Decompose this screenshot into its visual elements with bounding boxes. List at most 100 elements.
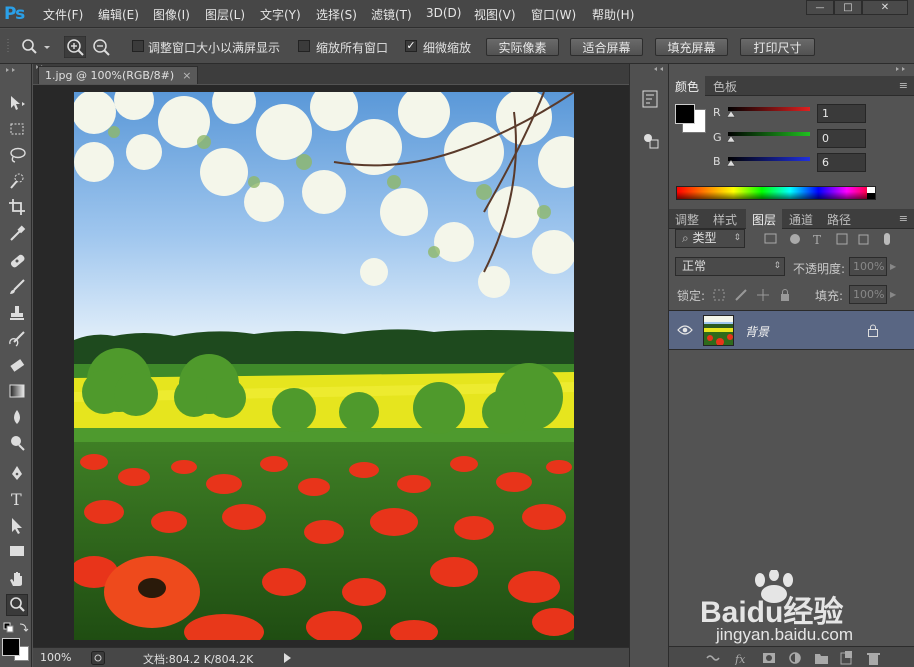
scrubby-zoom-checkbox[interactable]: ✓ <box>405 40 417 52</box>
lock-image-pixels-icon[interactable] <box>735 289 747 301</box>
lasso-tool[interactable] <box>6 144 28 166</box>
channel-b-value[interactable]: 6 <box>817 153 866 172</box>
panel-menu-icon[interactable]: ≡ <box>899 79 908 92</box>
layers-menu-icon[interactable]: ≡ <box>899 212 908 225</box>
strip-collapse-icon[interactable] <box>652 66 666 72</box>
tab-layers[interactable]: 图层 <box>746 209 783 229</box>
healing-brush-tool[interactable] <box>6 250 28 272</box>
brush-tool[interactable] <box>6 276 28 298</box>
minimize-button[interactable]: — <box>806 0 834 15</box>
slider-thumbs-icon[interactable] <box>726 109 736 174</box>
rectangle-tool[interactable] <box>6 540 28 562</box>
tab-paths[interactable]: 路径 <box>821 209 857 229</box>
opacity-input[interactable]: 100% <box>849 257 887 276</box>
layer-filter-icons[interactable]: T <box>763 232 893 246</box>
visibility-eye-icon[interactable] <box>677 324 693 336</box>
hand-tool[interactable] <box>6 568 28 590</box>
tab-color[interactable]: 颜色 <box>669 76 706 96</box>
properties-panel-icon[interactable] <box>640 130 660 150</box>
opacity-arrow-icon[interactable]: ▶ <box>890 262 896 271</box>
menu-layer[interactable]: 图层(L) <box>205 6 245 23</box>
fill-input[interactable]: 100% <box>849 285 887 304</box>
type-tool[interactable]: T <box>6 488 28 510</box>
pen-tool[interactable] <box>6 462 28 484</box>
layer-name[interactable]: 背景 <box>745 323 769 340</box>
menu-file[interactable]: 文件(F) <box>43 6 83 23</box>
layer-thumbnail-image <box>704 316 733 345</box>
channel-r-value[interactable]: 1 <box>817 104 866 123</box>
color-foreground-swatch[interactable] <box>675 104 695 124</box>
history-panel-icon[interactable] <box>640 89 660 109</box>
lock-transparent-pixels-icon[interactable] <box>713 289 725 301</box>
menu-window[interactable]: 窗口(W) <box>531 6 576 23</box>
dodge-tool[interactable] <box>6 432 28 454</box>
close-window-button[interactable]: ✕ <box>862 0 908 15</box>
lock-all-icon[interactable] <box>779 289 791 301</box>
clone-stamp-tool[interactable] <box>6 302 28 324</box>
move-tool[interactable] <box>6 92 28 114</box>
color-spectrum-bar[interactable] <box>676 186 876 200</box>
zoom-out-icon[interactable] <box>90 36 112 58</box>
history-brush-tool[interactable] <box>6 328 28 350</box>
quick-selection-tool[interactable] <box>6 170 28 192</box>
channel-g-slider[interactable] <box>728 132 810 136</box>
actual-pixels-button[interactable]: 实际像素 <box>486 38 559 56</box>
color-panel-tabs: 颜色 色板 ≡ <box>669 76 914 96</box>
eyedropper-tool[interactable] <box>6 222 28 244</box>
menu-view[interactable]: 视图(V) <box>474 6 516 23</box>
zoom-tool-preset-icon[interactable] <box>20 38 50 56</box>
zoom-level[interactable]: 100% <box>40 651 71 664</box>
lock-position-icon[interactable] <box>757 289 769 301</box>
resize-windows-checkbox[interactable] <box>132 40 144 52</box>
status-menu-icon[interactable] <box>91 651 105 665</box>
layers-footer-icons[interactable]: fx <box>705 651 905 665</box>
default-colors-icon[interactable] <box>2 621 30 635</box>
menu-image[interactable]: 图像(I) <box>153 6 190 23</box>
menu-select[interactable]: 选择(S) <box>316 6 357 23</box>
foreground-color-swatch[interactable] <box>2 638 20 656</box>
tab-styles[interactable]: 样式 <box>707 209 743 229</box>
eraser-tool[interactable] <box>6 354 28 376</box>
panel-collapse-icon[interactable] <box>3 67 29 73</box>
maximize-button[interactable]: □ <box>834 0 862 15</box>
menu-3d[interactable]: 3D(D) <box>426 6 461 20</box>
fill-screen-button[interactable]: 填充屏幕 <box>655 38 728 56</box>
menu-type[interactable]: 文字(Y) <box>260 6 301 23</box>
status-arrow-icon[interactable] <box>283 652 293 664</box>
fit-screen-button[interactable]: 适合屏幕 <box>570 38 643 56</box>
marquee-tool[interactable] <box>6 118 28 140</box>
menu-help[interactable]: 帮助(H) <box>592 6 634 23</box>
panels-collapse-icon[interactable] <box>894 66 908 72</box>
path-selection-tool[interactable] <box>6 514 28 536</box>
channel-b-slider[interactable] <box>728 157 810 161</box>
blur-tool[interactable] <box>6 406 28 428</box>
layer-filter-dropdown[interactable]: ⌕ 类型 ⇕ <box>675 229 745 248</box>
blend-mode-dropdown[interactable]: 正常 ⇕ <box>675 257 785 276</box>
channel-g-value[interactable]: 0 <box>817 129 866 148</box>
quick-selection-icon <box>10 173 24 189</box>
tab-swatches[interactable]: 色板 <box>707 76 743 96</box>
tab-adjustments[interactable]: 调整 <box>669 209 705 229</box>
print-size-button[interactable]: 打印尺寸 <box>740 38 815 56</box>
channel-r-label: R <box>713 106 721 119</box>
crop-tool[interactable] <box>6 196 28 218</box>
bandage-icon <box>10 254 25 268</box>
gradient-tool[interactable] <box>6 380 28 402</box>
tab-channels[interactable]: 通道 <box>783 209 819 229</box>
zoom-all-windows-checkbox[interactable] <box>298 40 310 52</box>
close-tab-icon[interactable]: × <box>182 69 191 82</box>
channel-g-label: G <box>713 131 722 144</box>
zoom-tool[interactable] <box>6 594 28 616</box>
marquee-icon <box>10 123 24 135</box>
menu-filter[interactable]: 滤镜(T) <box>371 6 412 23</box>
layer-thumbnail <box>703 315 734 346</box>
fill-arrow-icon[interactable]: ▶ <box>890 290 896 299</box>
menu-edit[interactable]: 编辑(E) <box>98 6 139 23</box>
document-tab[interactable]: 1.jpg @ 100%(RGB/8#) × <box>38 66 199 84</box>
channel-r-slider[interactable] <box>728 107 810 111</box>
layer-lock-icon <box>868 324 878 337</box>
zoom-in-icon[interactable] <box>64 36 86 58</box>
document-canvas-image[interactable] <box>74 92 574 640</box>
layer-row-background[interactable]: 背景 <box>669 310 914 350</box>
hand-icon <box>10 572 22 586</box>
